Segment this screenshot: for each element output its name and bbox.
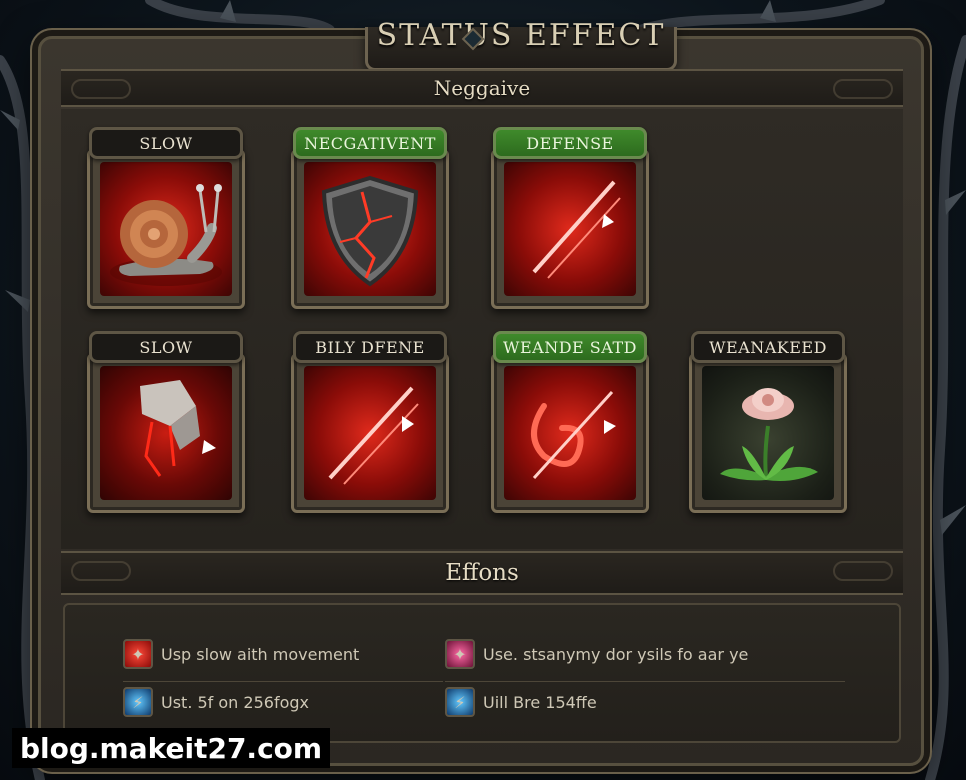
- effect-row[interactable]: ✦ Usp slow aith movement: [123, 639, 359, 669]
- scroll-ornament-icon: [833, 79, 893, 99]
- effect-divider: [123, 681, 443, 682]
- flower-icon: [702, 366, 834, 500]
- effect-divider: [445, 681, 845, 682]
- card-frame: [87, 353, 245, 513]
- effects-list: ✦ Usp slow aith movement ✦ Use. stsanymy…: [63, 603, 901, 743]
- card-label: SLOW: [89, 127, 243, 159]
- status-card-grid: SLOW NECGATIVENT DEFENSE SLOW BILY DFENE…: [61, 109, 903, 549]
- status-card-slow-2[interactable]: SLOW: [81, 331, 251, 521]
- watermark-label: blog.makeit27.com: [12, 728, 330, 768]
- effect-row[interactable]: ⚡ Uill Bre 154ffe: [445, 687, 597, 717]
- negative-section-header: Neggaive: [61, 69, 903, 107]
- effect-text: Uill Bre 154ffe: [483, 692, 597, 712]
- effect-text: Ust. 5f on 256fogx: [161, 692, 309, 712]
- card-frame: [491, 353, 649, 513]
- status-effect-panel: STATUS EFFECT Neggaive SLOW NECGATIVENT …: [38, 18, 924, 766]
- card-frame: [291, 149, 449, 309]
- card-frame: [87, 149, 245, 309]
- title-plate: STATUS EFFECT: [365, 18, 677, 71]
- blue-lightning-icon: ⚡: [445, 687, 475, 717]
- effect-row[interactable]: ✦ Use. stsanymy dor ysils fo aar ye: [445, 639, 748, 669]
- card-frame: [291, 353, 449, 513]
- red-burst-icon: ✦: [123, 639, 153, 669]
- panel-title: STATUS EFFECT: [376, 18, 666, 53]
- effects-section-header: Effons: [61, 551, 903, 595]
- effect-text: Usp slow aith movement: [161, 644, 360, 664]
- card-label: WEANAKEED: [691, 331, 845, 363]
- card-label: NECGATIVENT: [293, 127, 447, 159]
- blue-lightning-icon: ⚡: [123, 687, 153, 717]
- status-card-weakened-state[interactable]: WEANDE SATD: [485, 331, 655, 521]
- effect-text: Use. stsanymy dor ysils fo aar ye: [483, 644, 749, 664]
- card-frame: [491, 149, 649, 309]
- red-swirl-slash-icon: [504, 366, 636, 500]
- status-card-body-defense[interactable]: BILY DFENE: [285, 331, 455, 521]
- card-label: SLOW: [89, 331, 243, 363]
- scroll-ornament-icon: [71, 79, 131, 99]
- red-slash-icon: [304, 366, 436, 500]
- scroll-ornament-icon: [833, 561, 893, 581]
- section-label-effects: Effons: [445, 560, 519, 586]
- effect-row[interactable]: ⚡ Ust. 5f on 256fogx: [123, 687, 309, 717]
- cracked-shield-icon: [304, 162, 436, 296]
- shattered-stone-icon: [100, 366, 232, 500]
- card-label: WEANDE SATD: [493, 331, 647, 363]
- card-label: BILY DFENE: [293, 331, 447, 363]
- card-label: DEFENSE: [493, 127, 647, 159]
- card-frame: [689, 353, 847, 513]
- status-card-weakened[interactable]: WEANAKEED: [683, 331, 853, 521]
- red-slash-icon: [504, 162, 636, 296]
- status-card-slow[interactable]: SLOW: [81, 127, 251, 317]
- status-card-negative[interactable]: NECGATIVENT: [285, 127, 455, 317]
- pink-burst-icon: ✦: [445, 639, 475, 669]
- section-label-negative: Neggaive: [433, 76, 531, 100]
- status-card-defense[interactable]: DEFENSE: [485, 127, 655, 317]
- snail-icon: [100, 162, 232, 296]
- scroll-ornament-icon: [71, 561, 131, 581]
